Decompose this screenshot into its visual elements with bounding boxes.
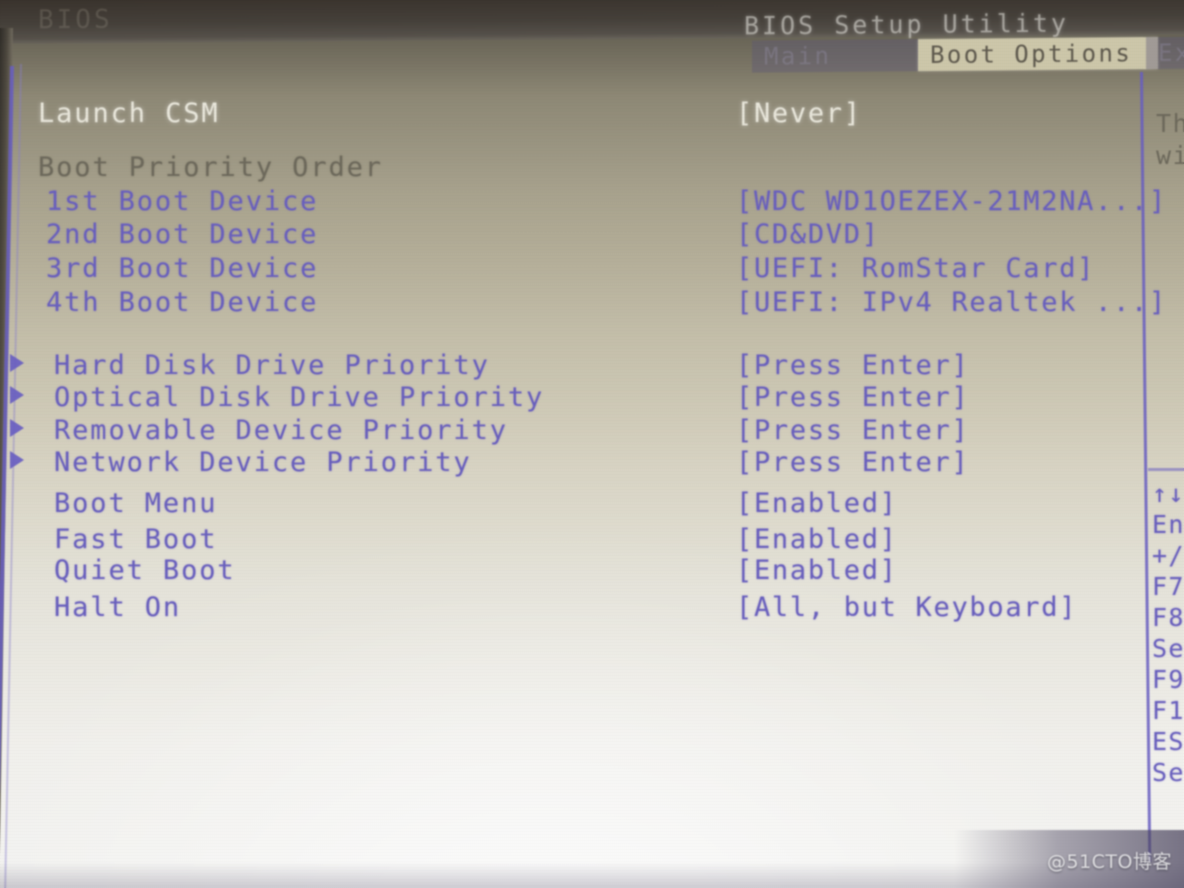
setting-row[interactable]: Launch CSM [Never] — [0, 98, 1130, 131]
key-legend-item: F9: — [1152, 665, 1184, 694]
key-legend-item: +/- — [1152, 541, 1184, 570]
setting-label: 1st Boot Device — [46, 186, 319, 217]
help-line: Thi — [1156, 109, 1184, 138]
setting-value[interactable]: [Enabled] — [736, 555, 898, 586]
setting-value[interactable]: [WDC WD1OEZEX-21M2NA...] — [736, 186, 1167, 217]
setting-value[interactable]: [Enabled] — [736, 488, 898, 519]
setting-label: Boot Priority Order — [38, 152, 383, 183]
key-legend-item: Set — [1152, 758, 1184, 787]
setting-label: Launch CSM — [38, 98, 220, 129]
key-legend-item: F10 — [1152, 696, 1184, 725]
setting-value[interactable]: [All, but Keyboard] — [736, 592, 1077, 623]
setting-value[interactable]: [Enabled] — [736, 524, 898, 555]
setting-row[interactable]: Quiet Boot [Enabled] — [0, 555, 1130, 588]
help-line: wil — [1156, 141, 1184, 170]
watermark: @51CTO博客 — [1046, 851, 1172, 873]
key-legend-panel: ↑↓←Ent+/-F7:F8:SetF9:F10ESCSet — [1152, 478, 1184, 788]
key-legend-item: F8: — [1152, 603, 1184, 632]
setting-value[interactable]: [Press Enter] — [736, 447, 969, 478]
submenu-arrow-icon — [10, 386, 24, 404]
setting-label: Boot Menu — [54, 488, 218, 519]
submenu-arrow-icon — [10, 451, 24, 469]
setting-row[interactable]: 1st Boot Device [WDC WD1OEZEX-21M2NA...] — [0, 186, 1165, 219]
setting-label: Network Device Priority — [54, 447, 472, 478]
key-legend-item: Set — [1152, 634, 1184, 663]
setting-row[interactable]: 3rd Boot Device [UEFI: RomStar Card] — [0, 253, 1130, 286]
setting-row[interactable]: Hard Disk Drive Priority [Press Enter] — [0, 350, 1130, 383]
setting-label: 4th Boot Device — [46, 287, 319, 318]
setting-label: Quiet Boot — [54, 555, 236, 586]
setting-row[interactable]: 4th Boot Device [UEFI: IPv4 Realtek ...] — [0, 287, 1165, 320]
setting-value[interactable]: [Press Enter] — [736, 415, 969, 446]
setting-label: Fast Boot — [54, 524, 218, 555]
submenu-arrow-icon — [10, 419, 24, 437]
setting-label: Halt On — [54, 592, 182, 623]
key-legend-item: Ent — [1152, 510, 1184, 539]
setting-label: 3rd Boot Device — [46, 253, 319, 284]
setting-row[interactable]: Boot Priority Order — [0, 152, 1130, 185]
setting-label: Removable Device Priority — [54, 415, 508, 446]
setting-value[interactable]: [UEFI: IPv4 Realtek ...] — [736, 287, 1167, 318]
setting-value[interactable]: [Never] — [736, 98, 862, 129]
setting-value[interactable]: [Press Enter] — [736, 350, 969, 381]
setting-label: Optical Disk Drive Priority — [54, 382, 545, 413]
setting-label: 2nd Boot Device — [46, 219, 319, 250]
setting-value[interactable]: [UEFI: RomStar Card] — [736, 253, 1095, 284]
setting-label: Hard Disk Drive Priority — [54, 350, 490, 381]
key-legend-item: ↑↓← — [1152, 479, 1184, 508]
setting-value[interactable]: [Press Enter] — [736, 382, 969, 413]
setting-row[interactable]: Halt On [All, but Keyboard] — [0, 592, 1130, 625]
setting-row[interactable]: Network Device Priority [Press Enter] — [0, 447, 1130, 480]
setting-row[interactable]: 2nd Boot Device [CD&DVD] — [0, 219, 1130, 252]
submenu-arrow-icon — [10, 354, 24, 372]
boot-options-list: Launch CSM [Never] Boot Priority Order 1st … — [0, 0, 1184, 888]
setting-row[interactable]: Boot Menu [Enabled] — [0, 488, 1130, 521]
bios-setup-screenshot: BIOS BIOS Setup Utility Main Boot Options… — [0, 0, 1184, 888]
setting-row[interactable]: Fast Boot [Enabled] — [0, 524, 1130, 557]
setting-row[interactable]: Removable Device Priority [Press Enter] — [0, 415, 1130, 448]
key-legend-item: ESC — [1152, 727, 1184, 756]
help-panel-text: Thi wil — [1156, 108, 1184, 172]
setting-row[interactable]: Optical Disk Drive Priority [Press Enter] — [0, 382, 1130, 415]
setting-value[interactable]: [CD&DVD] — [736, 219, 880, 250]
key-legend-item: F7: — [1152, 572, 1184, 601]
